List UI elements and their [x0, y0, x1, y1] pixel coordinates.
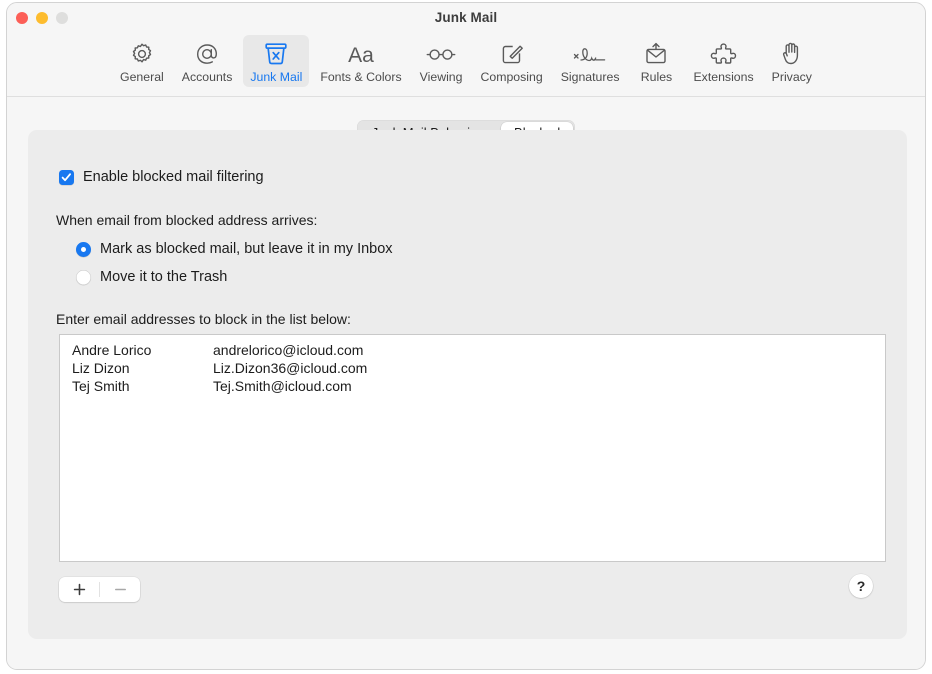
- preferences-toolbar: General Accounts Junk Mail: [7, 33, 925, 97]
- blocked-list-label: Enter email addresses to block in the li…: [56, 311, 351, 327]
- radio-button[interactable]: [76, 242, 91, 257]
- list-item-name: Andre Lorico: [72, 342, 213, 358]
- hand-icon: [780, 39, 804, 69]
- window-title: Junk Mail: [7, 10, 925, 25]
- toolbar-item-label: Fonts & Colors: [320, 70, 401, 84]
- toolbar-item-viewing[interactable]: Viewing: [413, 35, 470, 87]
- list-item-name: Tej Smith: [72, 378, 213, 394]
- blocked-addresses-list[interactable]: Andre Lorico andrelorico@icloud.com Liz …: [59, 334, 886, 562]
- arrival-option-label: Mark as blocked mail, but leave it in my…: [100, 241, 393, 257]
- list-item[interactable]: Liz Dizon Liz.Dizon36@icloud.com: [60, 359, 885, 377]
- toolbar-item-label: Signatures: [561, 70, 620, 84]
- junk-bin-icon: [263, 39, 289, 69]
- toolbar-item-label: General: [120, 70, 164, 84]
- toolbar-item-signatures[interactable]: Signatures: [554, 35, 627, 87]
- toolbar-item-accounts[interactable]: Accounts: [175, 35, 240, 87]
- add-address-button[interactable]: [59, 577, 99, 602]
- toolbar-item-label: Privacy: [772, 70, 812, 84]
- puzzle-icon: [710, 39, 738, 69]
- toolbar-item-label: Rules: [641, 70, 672, 84]
- toolbar-item-label: Extensions: [693, 70, 753, 84]
- add-remove-control: [59, 577, 140, 602]
- list-item-email: andrelorico@icloud.com: [213, 342, 363, 358]
- at-sign-icon: [193, 39, 221, 69]
- remove-address-button[interactable]: [100, 577, 140, 602]
- toolbar-item-rules[interactable]: Rules: [630, 35, 682, 87]
- enable-blocked-filtering-checkbox[interactable]: [59, 170, 74, 185]
- toolbar-item-junk-mail[interactable]: Junk Mail: [243, 35, 309, 87]
- font-aa-icon: Aa: [344, 39, 378, 69]
- eyeglasses-icon: [424, 39, 458, 69]
- help-button[interactable]: ?: [849, 574, 873, 598]
- svg-text:Aa: Aa: [348, 44, 374, 67]
- toolbar-item-composing[interactable]: Composing: [473, 35, 549, 87]
- toolbar-item-label: Accounts: [182, 70, 233, 84]
- arrival-option-move-to-trash[interactable]: Move it to the Trash: [76, 269, 227, 285]
- enable-blocked-filtering-row[interactable]: Enable blocked mail filtering: [59, 169, 264, 185]
- gear-icon: [129, 39, 155, 69]
- arrival-option-mark-as-blocked[interactable]: Mark as blocked mail, but leave it in my…: [76, 241, 393, 257]
- list-item-email: Tej.Smith@icloud.com: [213, 378, 352, 394]
- enable-blocked-filtering-label: Enable blocked mail filtering: [83, 169, 264, 185]
- signature-icon: [571, 39, 609, 69]
- toolbar-item-fonts-colors[interactable]: Aa Fonts & Colors: [313, 35, 408, 87]
- preferences-content: Junk Mail Behaviors Blocked Enable block…: [7, 97, 925, 670]
- toolbar-item-label: Junk Mail: [250, 70, 302, 84]
- settings-panel: Enable blocked mail filtering When email…: [28, 130, 907, 639]
- arrival-option-label: Move it to the Trash: [100, 269, 227, 285]
- list-item-email: Liz.Dizon36@icloud.com: [213, 360, 367, 376]
- list-item-name: Liz Dizon: [72, 360, 213, 376]
- toolbar-item-privacy[interactable]: Privacy: [765, 35, 819, 87]
- list-item[interactable]: Tej Smith Tej.Smith@icloud.com: [60, 377, 885, 395]
- toolbar-item-label: Composing: [480, 70, 542, 84]
- toolbar-item-general[interactable]: General: [113, 35, 171, 87]
- radio-button[interactable]: [76, 270, 91, 285]
- rules-envelope-icon: [642, 39, 670, 69]
- arrival-question-label: When email from blocked address arrives:: [56, 212, 317, 228]
- title-bar: Junk Mail: [7, 3, 925, 33]
- preferences-window: Junk Mail General Accounts: [6, 2, 926, 670]
- list-item[interactable]: Andre Lorico andrelorico@icloud.com: [60, 341, 885, 359]
- compose-icon: [499, 39, 525, 69]
- toolbar-item-label: Viewing: [420, 70, 463, 84]
- toolbar-item-extensions[interactable]: Extensions: [686, 35, 760, 87]
